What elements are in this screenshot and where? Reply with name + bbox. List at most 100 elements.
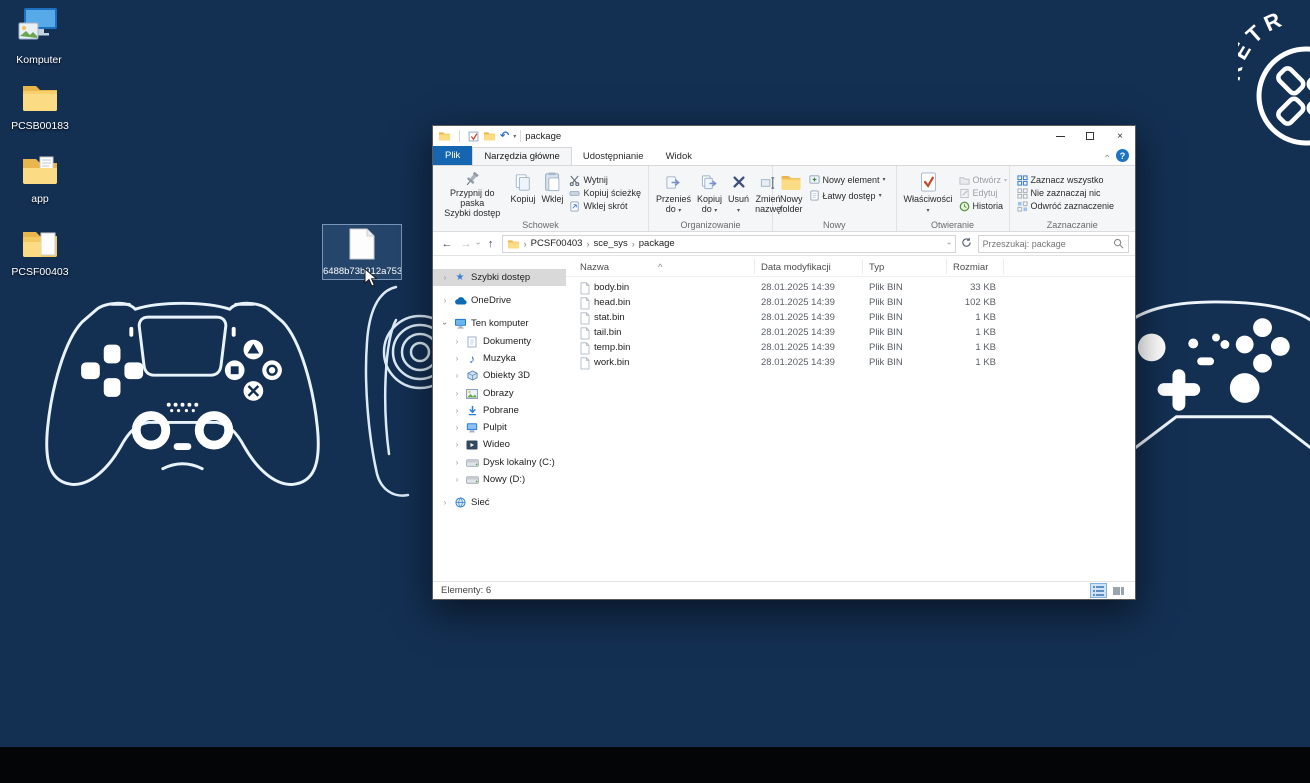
sidebar-item-3d-objects[interactable]: › Obiekty 3D (433, 367, 566, 384)
refresh-button[interactable] (959, 237, 975, 251)
file-row-work-bin[interactable]: work.bin 28.01.2025 14:39 Plik BIN 1 KB (566, 356, 1135, 371)
tab-file[interactable]: Plik (433, 146, 473, 165)
tab-share[interactable]: Udostępnianie (572, 148, 655, 165)
expander-icon[interactable]: › (441, 320, 450, 328)
delete-button[interactable]: Usuń ▾ (725, 168, 752, 218)
cut-button[interactable]: Wytnij (569, 175, 641, 186)
paste-icon (544, 170, 561, 194)
file-row-tail-bin[interactable]: tail.bin 28.01.2025 14:39 Plik BIN 1 KB (566, 326, 1135, 341)
file-row-head-bin[interactable]: head.bin 28.01.2025 14:39 Plik BIN 102 K… (566, 296, 1135, 311)
tab-home[interactable]: Narzędzia główne (472, 147, 572, 165)
details-view-button[interactable] (1090, 583, 1107, 598)
search-box[interactable] (977, 234, 1129, 253)
back-button[interactable]: ← (439, 238, 455, 250)
pin-quick-access-button[interactable]: Przypnij do paska Szybki dostęp (437, 168, 507, 218)
desktop-icon-app[interactable]: app (1, 155, 79, 205)
sidebar-item-disk-d[interactable]: › Nowy (D:) (433, 471, 566, 488)
desktop-icon-pcsf00403[interactable]: PCSF00403 (1, 228, 79, 278)
expander-icon[interactable]: › (453, 354, 461, 363)
tab-view[interactable]: Widok (655, 148, 703, 165)
history-button[interactable]: Historia (959, 201, 1008, 212)
expander-icon[interactable]: › (453, 406, 461, 415)
window-controls: × (1045, 126, 1135, 146)
file-row-stat-bin[interactable]: stat.bin 28.01.2025 14:39 Plik BIN 1 KB (566, 311, 1135, 326)
copy-button[interactable]: Kopiuj (507, 168, 538, 218)
column-header-date[interactable]: Data modyfikacji (761, 262, 831, 273)
address-box[interactable]: › PCSF00403 › sce_sys › package › (501, 234, 956, 253)
paste-shortcut-button[interactable]: Wklej skrót (569, 200, 641, 212)
sidebar-item-downloads[interactable]: › Pobrane (433, 402, 566, 419)
expander-icon[interactable]: › (453, 423, 461, 432)
sidebar-item-music[interactable]: › ♪ Muzyka (433, 350, 566, 367)
new-folder-button[interactable]: Nowy folder (777, 168, 806, 218)
move-to-button[interactable]: Przenieś do ▾ (653, 168, 694, 218)
expander-icon[interactable]: › (441, 296, 449, 305)
copy-to-button[interactable]: Kopiuj do ▾ (694, 168, 725, 218)
letterbox-bar (0, 747, 1310, 783)
new-folder-qat-icon[interactable] (483, 131, 496, 141)
bin-file-icon (580, 312, 590, 325)
ribbon-tabs: Plik Narzędzia główne Udostępnianie Wido… (433, 146, 1135, 166)
expander-icon[interactable]: › (453, 440, 461, 449)
window-content: › ★ Szybki dostęp › OneDrive › Ten kompu… (433, 256, 1135, 581)
sidebar-item-onedrive[interactable]: › OneDrive (433, 292, 566, 309)
column-header-name[interactable]: Nazwa (580, 262, 609, 273)
maximize-button[interactable] (1075, 126, 1105, 146)
close-button[interactable]: × (1105, 126, 1135, 146)
desktop-icon-komputer[interactable]: Komputer (0, 6, 78, 66)
qat-customize-caret-icon[interactable]: ▾ (513, 133, 516, 140)
breadcrumb-package[interactable]: package (639, 238, 675, 249)
refresh-icon (962, 237, 971, 247)
edit-button[interactable]: Edytuj (959, 188, 1008, 199)
breadcrumb-sce-sys[interactable]: sce_sys (593, 238, 627, 249)
expander-icon[interactable]: › (453, 337, 461, 346)
forward-button[interactable]: → (458, 238, 474, 250)
file-row-temp-bin[interactable]: temp.bin 28.01.2025 14:39 Plik BIN 1 KB (566, 341, 1135, 356)
disk-drive-icon (465, 475, 479, 484)
column-header-type[interactable]: Typ (869, 262, 884, 273)
up-button[interactable]: ↑ (483, 238, 499, 250)
undo-icon[interactable]: ↶ (500, 131, 509, 142)
sidebar-item-this-pc[interactable]: › Ten komputer (433, 315, 566, 332)
expander-icon[interactable]: › (453, 475, 461, 484)
copy-path-button[interactable]: Kopiuj ścieżkę (569, 188, 641, 199)
invert-selection-button[interactable]: Odwróć zaznaczenie (1016, 200, 1114, 212)
expander-icon[interactable]: › (453, 458, 461, 467)
explorer-window: ↶ ▾ package × Plik Narzędzia główne Udos… (432, 125, 1136, 600)
sidebar-item-pictures[interactable]: › Obrazy (433, 385, 566, 402)
new-item-button[interactable]: Nowy element ▾ (808, 174, 886, 185)
expander-icon[interactable]: › (441, 273, 449, 282)
easy-access-button[interactable]: Łatwy dostęp ▾ (809, 190, 886, 201)
select-all-button[interactable]: Zaznacz wszystko (1016, 174, 1115, 186)
address-dropdown-caret-icon[interactable]: › (945, 242, 954, 245)
history-icon (959, 201, 969, 211)
select-none-button[interactable]: Nie zaznaczaj nic (1016, 187, 1115, 199)
expander-icon[interactable]: › (453, 389, 461, 398)
sidebar-item-desktop[interactable]: › Pulpit (433, 419, 566, 436)
sidebar-item-videos[interactable]: › Wideo (433, 436, 566, 453)
sidebar-item-documents[interactable]: › Dokumenty (433, 333, 566, 350)
paste-button[interactable]: Wklej (538, 168, 566, 218)
properties-qat-icon[interactable] (468, 131, 479, 142)
sidebar-item-network[interactable]: › Sieć (433, 494, 566, 511)
open-button[interactable]: Otwórz ▾ (958, 175, 1007, 186)
help-button[interactable]: ? (1116, 149, 1129, 162)
column-header-size[interactable]: Rozmiar (953, 262, 988, 273)
desktop-icon-pcsb00183[interactable]: PCSB00183 (1, 82, 79, 132)
desktop-icon-selected-file[interactable]: 6488b73b912a753... (322, 224, 402, 280)
sidebar-item-local-disk-c[interactable]: › Dysk lokalny (C:) (433, 454, 566, 471)
select-none-icon (1016, 187, 1028, 199)
minimize-button[interactable] (1045, 126, 1075, 146)
expander-icon[interactable]: › (453, 371, 461, 380)
expander-icon[interactable]: › (441, 498, 449, 507)
file-list-pane: ^ Nazwa Data modyfikacji Typ Rozmiar bod… (566, 256, 1135, 581)
properties-button[interactable]: Właściwości ▾ (901, 168, 956, 218)
collapse-ribbon-icon[interactable]: › (1102, 154, 1112, 157)
sidebar-item-quick-access[interactable]: › ★ Szybki dostęp (433, 269, 566, 286)
file-row-body-bin[interactable]: body.bin 28.01.2025 14:39 Plik BIN 33 KB (566, 281, 1135, 296)
ribbon-group-clipboard: Przypnij do paska Szybki dostęp Kopiuj Wk… (433, 166, 649, 231)
search-input[interactable] (982, 238, 1113, 249)
recent-locations-caret-icon[interactable]: › (474, 242, 483, 245)
breadcrumb-pcsf00403[interactable]: PCSF00403 (531, 238, 583, 249)
thumbnails-view-button[interactable] (1110, 583, 1127, 598)
